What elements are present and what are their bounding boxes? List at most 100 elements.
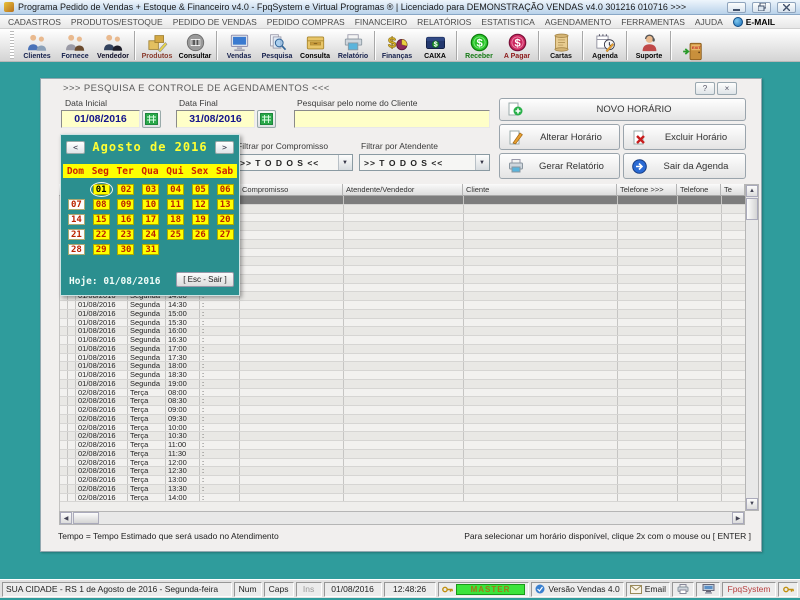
toolbar-button-vendas[interactable]: Vendas xyxy=(220,29,258,61)
column-header[interactable]: Compromisso xyxy=(239,184,343,196)
close-icon[interactable] xyxy=(777,2,796,13)
toolbar-button-receber[interactable]: $Receber xyxy=(460,29,498,61)
calendar-day-28[interactable]: 28 xyxy=(68,244,85,255)
toolbar-button-produtos[interactable]: Produtos xyxy=(138,29,176,61)
table-row[interactable]: 02/08/2016Terça13:00: xyxy=(60,476,759,485)
status-network[interactable] xyxy=(696,582,720,597)
column-header[interactable]: Telefone xyxy=(677,184,721,196)
status-email[interactable]: Email xyxy=(626,582,670,597)
calendar-day-19[interactable]: 19 xyxy=(192,214,209,225)
alterar-horario-button[interactable]: Alterar Horário xyxy=(499,124,620,150)
calendar-day-12[interactable]: 12 xyxy=(192,199,209,210)
search-input[interactable] xyxy=(294,110,490,128)
table-row[interactable]: 01/08/2016Segunda18:30: xyxy=(60,371,759,380)
menu-item-agendamento[interactable]: AGENDAMENTO xyxy=(545,17,611,27)
column-header[interactable]: Cliente xyxy=(463,184,617,196)
calendar-day-02[interactable]: 02 xyxy=(117,184,134,195)
table-row[interactable]: 02/08/2016Terça08:30: xyxy=(60,397,759,406)
calendar-day-10[interactable]: 10 xyxy=(142,199,159,210)
table-row[interactable]: 02/08/2016Terça10:30: xyxy=(60,432,759,441)
calendar-day-24[interactable]: 24 xyxy=(142,229,159,240)
table-row[interactable]: 02/08/2016Terça10:00: xyxy=(60,424,759,433)
horizontal-scroll-thumb[interactable] xyxy=(73,512,99,524)
calendar-day-22[interactable]: 22 xyxy=(93,229,110,240)
calendar-day-07[interactable]: 07 xyxy=(68,199,85,210)
table-row[interactable]: 01/08/2016Segunda16:30: xyxy=(60,336,759,345)
table-row[interactable]: 02/08/2016Terça09:00: xyxy=(60,406,759,415)
toolbar-button-agenda[interactable]: Agenda xyxy=(586,29,624,61)
calendar-day-04[interactable]: 04 xyxy=(167,184,184,195)
sair-agenda-button[interactable]: Sair da Agenda xyxy=(623,153,746,179)
column-header[interactable]: Telefone >>> xyxy=(617,184,677,196)
toolbar-button-caixa[interactable]: $CAIXA xyxy=(416,29,454,61)
table-row[interactable]: 02/08/2016Terça13:30: xyxy=(60,485,759,494)
calendar-day-14[interactable]: 14 xyxy=(68,214,85,225)
toolbar-button-vendedor[interactable]: Vendedor xyxy=(94,29,132,61)
calendar-day-26[interactable]: 26 xyxy=(192,229,209,240)
restore-icon[interactable] xyxy=(752,2,771,13)
calendar-day-15[interactable]: 15 xyxy=(93,214,110,225)
calendar-day-13[interactable]: 13 xyxy=(217,199,234,210)
horizontal-scrollbar[interactable]: ◀ ▶ xyxy=(59,511,745,525)
calendar-day-21[interactable]: 21 xyxy=(68,229,85,240)
toolbar-button-finan-as[interactable]: $Finanças xyxy=(378,29,416,61)
toolbar-button-fornece[interactable]: Fornece xyxy=(56,29,94,61)
calendar-day-25[interactable]: 25 xyxy=(167,229,184,240)
filter-atendente-select[interactable]: >> T O D O S << ▼ xyxy=(359,154,490,171)
data-inicial-calendar-button[interactable] xyxy=(142,110,161,128)
scroll-up-icon[interactable]: ▲ xyxy=(746,185,758,197)
calendar-day-29[interactable]: 29 xyxy=(93,244,110,255)
novo-horario-button[interactable]: NOVO HORÁRIO xyxy=(499,98,746,121)
column-header[interactable]: Atendente/Vendedor xyxy=(343,184,463,196)
vertical-scroll-thumb[interactable] xyxy=(746,198,758,220)
toolbar-button-consultar[interactable]: Consultar xyxy=(176,29,214,61)
calendar-day-31[interactable]: 31 xyxy=(142,244,159,255)
calendar-day-17[interactable]: 17 xyxy=(142,214,159,225)
calendar-day-27[interactable]: 27 xyxy=(217,229,234,240)
calendar-day-30[interactable]: 30 xyxy=(117,244,134,255)
table-row[interactable]: 01/08/2016Segunda17:00: xyxy=(60,345,759,354)
scroll-down-icon[interactable]: ▼ xyxy=(746,498,758,510)
calendar-day-06[interactable]: 06 xyxy=(217,184,234,195)
menu-item-e-mail[interactable]: E-MAIL xyxy=(733,17,775,27)
excluir-horario-button[interactable]: Excluir Horário xyxy=(623,124,746,150)
menu-item-ferramentas[interactable]: FERRAMENTAS xyxy=(621,17,685,27)
calendar-next-button[interactable]: > xyxy=(215,141,234,154)
data-final-calendar-button[interactable] xyxy=(257,110,276,128)
calendar-day-11[interactable]: 11 xyxy=(167,199,184,210)
menu-item-cadastros[interactable]: CADASTROS xyxy=(8,17,61,27)
column-header[interactable]: Te xyxy=(721,184,745,196)
calendar-day-20[interactable]: 20 xyxy=(217,214,234,225)
table-row[interactable]: 02/08/2016Terça12:00: xyxy=(60,459,759,468)
calendar-day-16[interactable]: 16 xyxy=(117,214,134,225)
table-row[interactable]: 01/08/2016Segunda18:00: xyxy=(60,362,759,371)
calendar-day-18[interactable]: 18 xyxy=(167,214,184,225)
toolbar-button-suporte[interactable]: Suporte xyxy=(630,29,668,61)
table-row[interactable]: 01/08/2016Segunda19:00: xyxy=(60,380,759,389)
menu-item-pedido-compras[interactable]: PEDIDO COMPRAS xyxy=(267,17,345,27)
calendar-day-23[interactable]: 23 xyxy=(117,229,134,240)
table-row[interactable]: 02/08/2016Terça09:30: xyxy=(60,415,759,424)
calendar-day-08[interactable]: 08 xyxy=(93,199,110,210)
menu-item-pedido-de-vendas[interactable]: PEDIDO DE VENDAS xyxy=(173,17,257,27)
toolbar-button-pesquisa[interactable]: Pesquisa xyxy=(258,29,296,61)
filter-compromisso-select[interactable]: >> T O D O S << ▼ xyxy=(235,154,353,171)
menu-item-estatistica[interactable]: ESTATISTICA xyxy=(481,17,535,27)
table-row[interactable]: 02/08/2016Terça11:30: xyxy=(60,450,759,459)
calendar-day-09[interactable]: 09 xyxy=(117,199,134,210)
scroll-left-icon[interactable]: ◀ xyxy=(60,512,72,524)
calendar-esc-button[interactable]: [ Esc - Sair ] xyxy=(176,272,234,287)
toolbar-button-a-pagar[interactable]: $A Pagar xyxy=(498,29,536,61)
vertical-scrollbar[interactable]: ▲ ▼ xyxy=(745,184,759,511)
menu-item-financeiro[interactable]: FINANCEIRO xyxy=(355,17,407,27)
table-row[interactable]: 01/08/2016Segunda15:30: xyxy=(60,319,759,328)
table-row[interactable]: 02/08/2016Terça12:30: xyxy=(60,467,759,476)
table-row[interactable]: 02/08/2016Terça14:00: xyxy=(60,494,759,503)
toolbar-button-relat-rio[interactable]: Relatório xyxy=(334,29,372,61)
gerar-relatorio-button[interactable]: Gerar Relatório xyxy=(499,153,620,179)
status-printer[interactable] xyxy=(672,582,694,597)
panel-close-button[interactable]: × xyxy=(717,82,737,95)
table-row[interactable]: 01/08/2016Segunda17:30: xyxy=(60,354,759,363)
toolbar-button-consulta[interactable]: Consulta xyxy=(296,29,334,61)
help-button[interactable]: ? xyxy=(695,82,715,95)
